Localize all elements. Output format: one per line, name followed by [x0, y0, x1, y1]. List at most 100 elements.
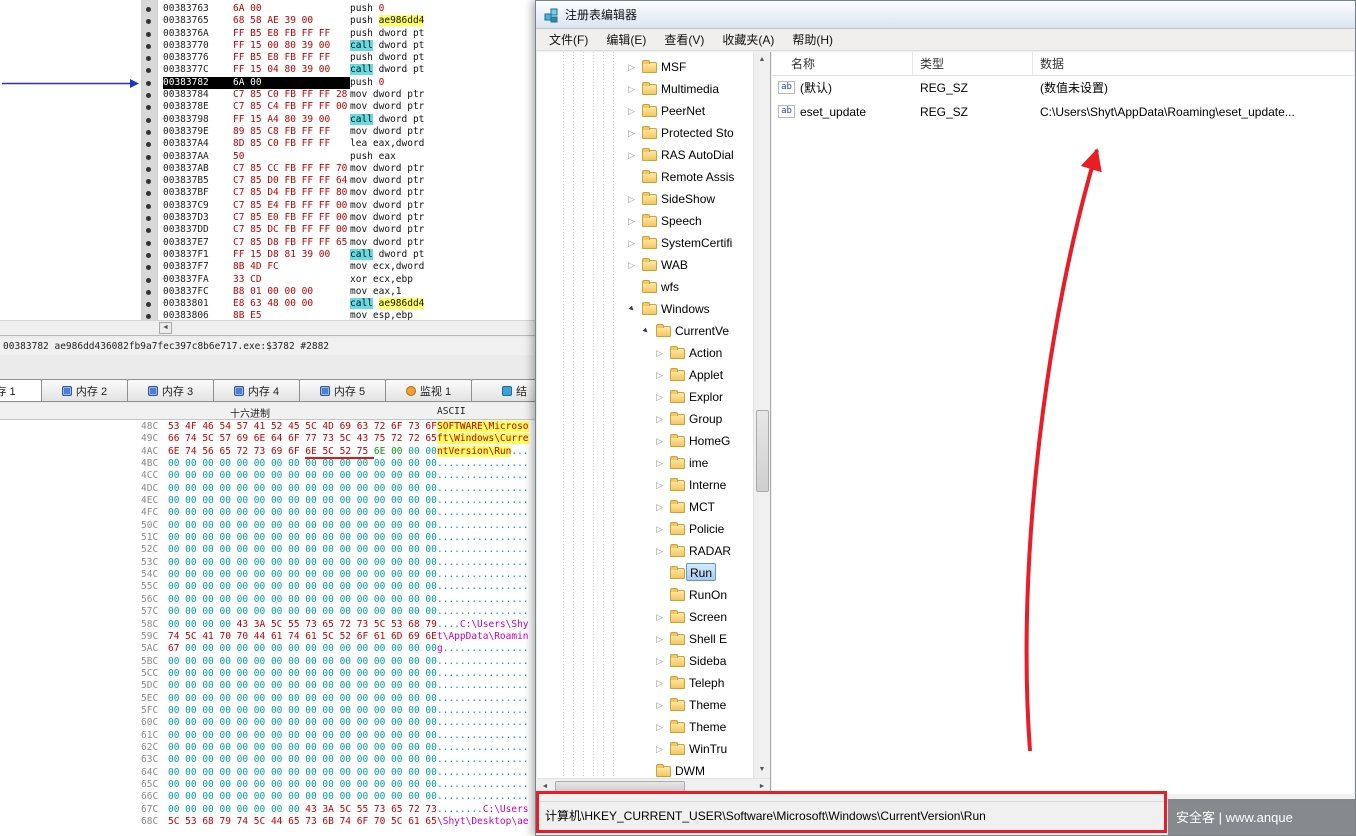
scroll-left-button[interactable]: ◄: [159, 322, 172, 334]
breakpoint-dot[interactable]: [146, 32, 151, 37]
disasm-row[interactable]: 0038379E89 85 C8 FB FF FFmov dword ptr: [0, 126, 536, 138]
disasm-row[interactable]: 003837826A 00push 0: [0, 77, 536, 89]
disasm-row[interactable]: 003837636A 00push 0: [0, 3, 536, 15]
list-column-header-0[interactable]: 名称: [772, 52, 913, 76]
tree-item-windows[interactable]: ▼Windows: [537, 298, 754, 320]
disasm-row[interactable]: 00383770FF 15 00 80 39 00call dword pt: [0, 40, 536, 52]
dump-row[interactable]: 4EC00 00 00 00 00 00 00 00 00 00 00 00 0…: [0, 495, 536, 507]
disasm-row[interactable]: 00383798FF 15 A4 80 39 00call dword pt: [0, 114, 536, 126]
breakpoint-dot[interactable]: [146, 241, 151, 246]
expand-triangle-icon[interactable]: ▷: [656, 455, 663, 471]
disasm-row[interactable]: 003837FA33 CDxor ecx,ebp: [0, 274, 536, 286]
tab-watch-5[interactable]: 监视 1: [385, 379, 472, 402]
vertical-scroll-thumb[interactable]: [756, 410, 769, 492]
tab-memory-3[interactable]: 内存 4: [213, 379, 300, 402]
tree-item-ime[interactable]: ▷ime: [537, 452, 754, 474]
menu-item[interactable]: 收藏夹(A): [713, 29, 783, 50]
tree-item-ras-autodial[interactable]: ▷RAS AutoDial: [537, 144, 754, 166]
dump-row[interactable]: 61C00 00 00 00 00 00 00 00 00 00 00 00 0…: [0, 730, 536, 742]
dump-row[interactable]: 54C00 00 00 00 00 00 00 00 00 00 00 00 0…: [0, 569, 536, 581]
tree-item-wab[interactable]: ▷WAB: [537, 254, 754, 276]
dump-row[interactable]: 5CC00 00 00 00 00 00 00 00 00 00 00 00 0…: [0, 668, 536, 680]
breakpoint-dot[interactable]: [146, 130, 151, 135]
disasm-row[interactable]: 003837AA50push eax: [0, 151, 536, 163]
dump-row[interactable]: 49C66 74 5C 57 69 6E 64 6F 77 73 5C 43 7…: [0, 433, 536, 445]
breakpoint-dot[interactable]: [146, 118, 151, 123]
expand-triangle-icon[interactable]: ▷: [656, 521, 663, 537]
disasm-row[interactable]: 003837FCB8 01 00 00 00mov eax,1: [0, 286, 536, 298]
scroll-up-icon[interactable]: ▲: [754, 52, 770, 68]
title-bar[interactable]: 注册表编辑器: [536, 1, 1355, 29]
tree-item-action[interactable]: ▷Action: [537, 342, 754, 364]
expand-triangle-icon[interactable]: ▷: [656, 675, 663, 691]
list-row[interactable]: ab(默认)REG_SZ(数值未设置): [772, 76, 1354, 100]
tab-memory-1[interactable]: 内存 2: [41, 379, 128, 402]
scroll-right-icon[interactable]: ►: [754, 779, 770, 794]
tree-item-peernet[interactable]: ▷PeerNet: [537, 100, 754, 122]
expand-triangle-icon[interactable]: ▷: [656, 367, 663, 383]
disasm-row[interactable]: 003837A48D 85 C0 FB FF FFlea eax,dword: [0, 138, 536, 150]
disasm-row[interactable]: 00383801E8 63 48 00 00call ae986dd4: [0, 298, 536, 310]
tree-item-sideba[interactable]: ▷Sideba: [537, 650, 754, 672]
breakpoint-dot[interactable]: [146, 253, 151, 258]
list-row[interactable]: abeset_updateREG_SZC:\Users\Shyt\AppData…: [772, 100, 1354, 124]
disasm-row[interactable]: 003837DDC7 85 DC FB FF FF 00mov dword pt…: [0, 224, 536, 236]
tree-item-sideshow[interactable]: ▷SideShow: [537, 188, 754, 210]
dump-row[interactable]: 62C00 00 00 00 00 00 00 00 00 00 00 00 0…: [0, 742, 536, 754]
disasm-row[interactable]: 003837F1FF 15 D8 81 39 00call dword pt: [0, 249, 536, 261]
tree-item-group[interactable]: ▷Group: [537, 408, 754, 430]
breakpoint-dot[interactable]: [146, 314, 151, 319]
breakpoint-dot[interactable]: [146, 56, 151, 61]
tree-item-theme[interactable]: ▷Theme: [537, 694, 754, 716]
dump-row[interactable]: 5AC67 00 00 00 00 00 00 00 00 00 00 00 0…: [0, 643, 536, 655]
tree-item-applet[interactable]: ▷Applet: [537, 364, 754, 386]
tree-item-run[interactable]: Run: [537, 562, 754, 584]
expand-triangle-icon[interactable]: ▷: [656, 609, 663, 625]
expand-triangle-icon[interactable]: ▷: [656, 631, 663, 647]
expand-triangle-icon[interactable]: ▷: [656, 653, 663, 669]
tree-item-interne[interactable]: ▷Interne: [537, 474, 754, 496]
disasm-hscrollbar[interactable]: ◄: [0, 320, 536, 335]
dump-row[interactable]: 50C00 00 00 00 00 00 00 00 00 00 00 00 0…: [0, 520, 536, 532]
breakpoint-dot[interactable]: [146, 302, 151, 307]
tree-item-explor[interactable]: ▷Explor: [537, 386, 754, 408]
dump-row[interactable]: 66C00 00 00 00 00 00 00 00 00 00 00 00 0…: [0, 791, 536, 803]
dump-row[interactable]: 60C00 00 00 00 00 00 00 00 00 00 00 00 0…: [0, 717, 536, 729]
disasm-row[interactable]: 003837C9C7 85 E4 FB FF FF 00mov dword pt…: [0, 200, 536, 212]
disassembly-view[interactable]: 003837636A 00push 00038376568 58 AE 39 0…: [0, 0, 536, 336]
disasm-row[interactable]: 003837B5C7 85 D0 FB FF FF 64mov dword pt…: [0, 175, 536, 187]
tree-item-policie[interactable]: ▷Policie: [537, 518, 754, 540]
tree-item-teleph[interactable]: ▷Teleph: [537, 672, 754, 694]
menu-item[interactable]: 查看(V): [655, 29, 713, 50]
dump-row[interactable]: 64C00 00 00 00 00 00 00 00 00 00 00 00 0…: [0, 767, 536, 779]
expand-triangle-icon[interactable]: ▷: [628, 213, 635, 229]
tab-memory-0[interactable]: 存 1: [0, 379, 42, 402]
tab-struct-6[interactable]: 结: [471, 379, 536, 402]
disasm-row[interactable]: 0038378EC7 85 C4 FB FF FF 00mov dword pt…: [0, 101, 536, 113]
tree-vertical-scrollbar[interactable]: ▲ ▼: [753, 52, 770, 778]
expand-triangle-icon[interactable]: ▷: [628, 191, 635, 207]
list-column-header-2[interactable]: 数据: [1033, 52, 1354, 76]
disasm-row[interactable]: 0038376AFF B5 E8 FB FF FFpush dword pt: [0, 28, 536, 40]
dump-row[interactable]: 4FC00 00 00 00 00 00 00 00 00 00 00 00 0…: [0, 507, 536, 519]
tree-item-shell-e[interactable]: ▷Shell E: [537, 628, 754, 650]
expand-triangle-icon[interactable]: ▷: [656, 697, 663, 713]
expand-triangle-icon[interactable]: ▷: [628, 257, 635, 273]
breakpoint-dot[interactable]: [146, 142, 151, 147]
expand-triangle-icon[interactable]: ▷: [628, 125, 635, 141]
list-column-header-1[interactable]: 类型: [913, 52, 1033, 76]
expand-triangle-icon[interactable]: ▷: [628, 235, 635, 251]
dump-row[interactable]: 4CC00 00 00 00 00 00 00 00 00 00 00 00 0…: [0, 470, 536, 482]
tab-memory-4[interactable]: 内存 5: [299, 379, 386, 402]
disasm-row[interactable]: 00383776FF B5 E8 FB FF FFpush dword pt: [0, 52, 536, 64]
expand-triangle-icon[interactable]: ▷: [656, 477, 663, 493]
breakpoint-dot[interactable]: [146, 93, 151, 98]
dump-row[interactable]: 4DC00 00 00 00 00 00 00 00 00 00 00 00 0…: [0, 483, 536, 495]
breakpoint-dot[interactable]: [146, 44, 151, 49]
tree-item-screen[interactable]: ▷Screen: [537, 606, 754, 628]
dump-row[interactable]: 51C00 00 00 00 00 00 00 00 00 00 00 00 0…: [0, 532, 536, 544]
dump-row[interactable]: 4BC00 00 00 00 00 00 00 00 00 00 00 00 0…: [0, 458, 536, 470]
tree-item-systemcertifi[interactable]: ▷SystemCertifi: [537, 232, 754, 254]
tree-item-theme[interactable]: ▷Theme: [537, 716, 754, 738]
menu-item[interactable]: 帮助(H): [783, 29, 842, 50]
